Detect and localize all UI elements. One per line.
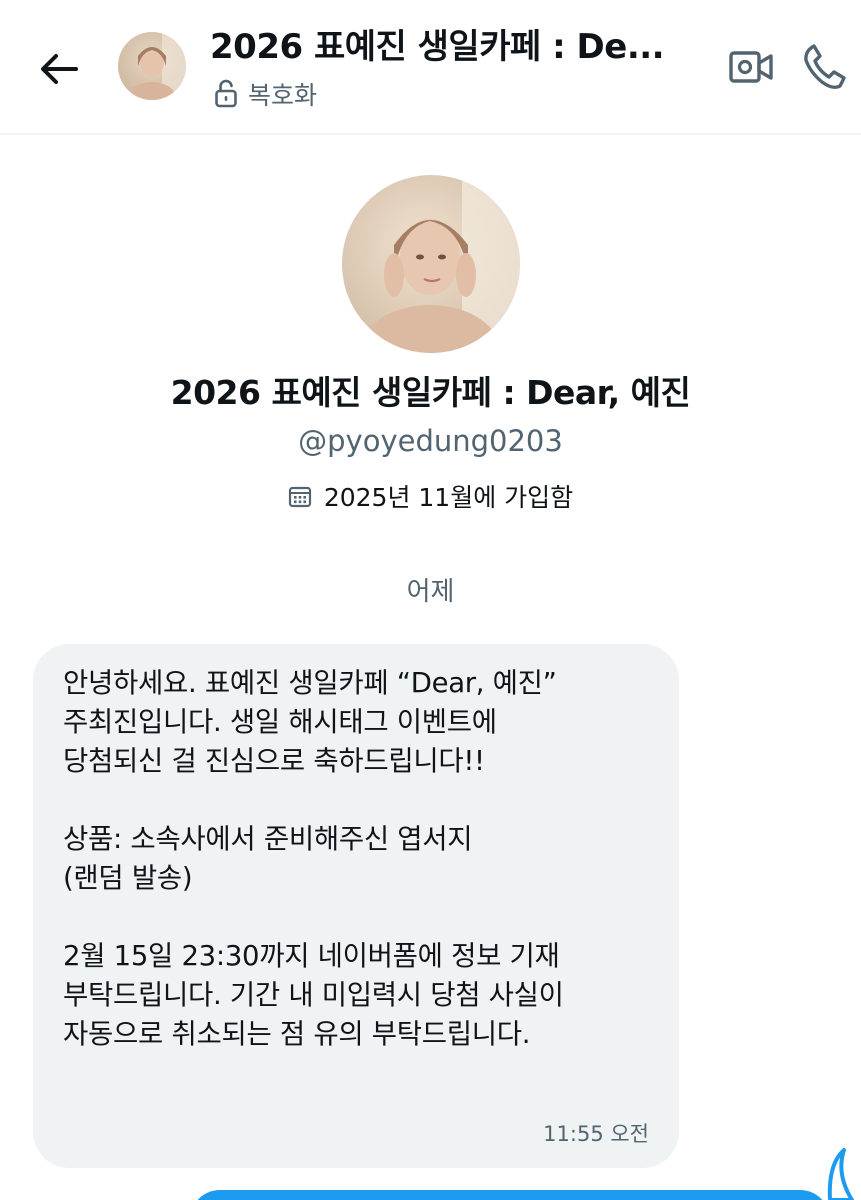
message-line: 주최진입니다. 생일 해시태그 이벤트에 bbox=[63, 706, 497, 738]
message-line-blank bbox=[63, 898, 649, 937]
message-line: 안녕하세요. 표예진 생일카페 “Dear, 예진” bbox=[63, 667, 557, 699]
message-bubble-received[interactable]: 안녕하세요. 표예진 생일카페 “Dear, 예진” 주최진입니다. 생일 해시… bbox=[33, 644, 679, 1168]
message-line: 상품: 소속사에서 준비해주신 엽서지 bbox=[63, 823, 473, 855]
encryption-label: 복호화 bbox=[248, 81, 318, 110]
conversation-title[interactable]: 2026 표예진 생일카페 : De... bbox=[210, 24, 680, 70]
encryption-status[interactable]: 복호화 bbox=[214, 76, 317, 112]
message-timestamp: 11:55 오전 bbox=[543, 1122, 649, 1146]
conversation-header: 2026 표예진 생일카페 : De... 복호화 bbox=[0, 0, 861, 135]
joined-date: 2025년 11월에 가입함 bbox=[0, 476, 861, 516]
message-line: (랜덤 발송) bbox=[63, 862, 193, 894]
message-bubble-sent[interactable] bbox=[190, 1190, 830, 1200]
message-line: 부탁드립니다. 기간 내 미입력시 당첨 사실이 bbox=[63, 979, 564, 1011]
joined-text: 2025년 11월에 가입함 bbox=[323, 483, 574, 512]
unlock-icon bbox=[215, 79, 237, 108]
video-camera-icon bbox=[729, 51, 773, 83]
message-line: 자동으로 취소되는 점 유의 부탁드립니다. bbox=[63, 1018, 531, 1050]
voice-call-button[interactable] bbox=[800, 40, 850, 92]
date-divider: 어제 bbox=[406, 577, 455, 607]
back-button[interactable] bbox=[36, 46, 82, 92]
dm-conversation-page: 2026 표예진 생일카페 : De... 복호화 2026 표예진 생일카페 … bbox=[0, 0, 861, 1200]
profile-avatar[interactable] bbox=[342, 175, 520, 353]
profile-handle[interactable]: @pyoyedung0203 bbox=[0, 420, 861, 462]
message-line: 2월 15일 23:30까지 네이버폼에 정보 기재 bbox=[63, 940, 560, 972]
calendar-icon bbox=[288, 486, 311, 508]
message-line-blank bbox=[63, 781, 649, 820]
header-avatar[interactable] bbox=[118, 32, 186, 100]
phone-icon bbox=[804, 44, 846, 90]
arrow-left-icon bbox=[41, 54, 78, 84]
avatar-image bbox=[118, 32, 186, 100]
bubble-tail-icon bbox=[827, 1148, 854, 1200]
avatar-image bbox=[342, 175, 520, 353]
video-call-button[interactable] bbox=[726, 44, 776, 90]
profile-name[interactable]: 2026 표예진 생일카페 : Dear, 예진 bbox=[0, 370, 861, 416]
message-line: 당첨되신 걸 진심으로 축하드립니다!! bbox=[63, 745, 485, 777]
